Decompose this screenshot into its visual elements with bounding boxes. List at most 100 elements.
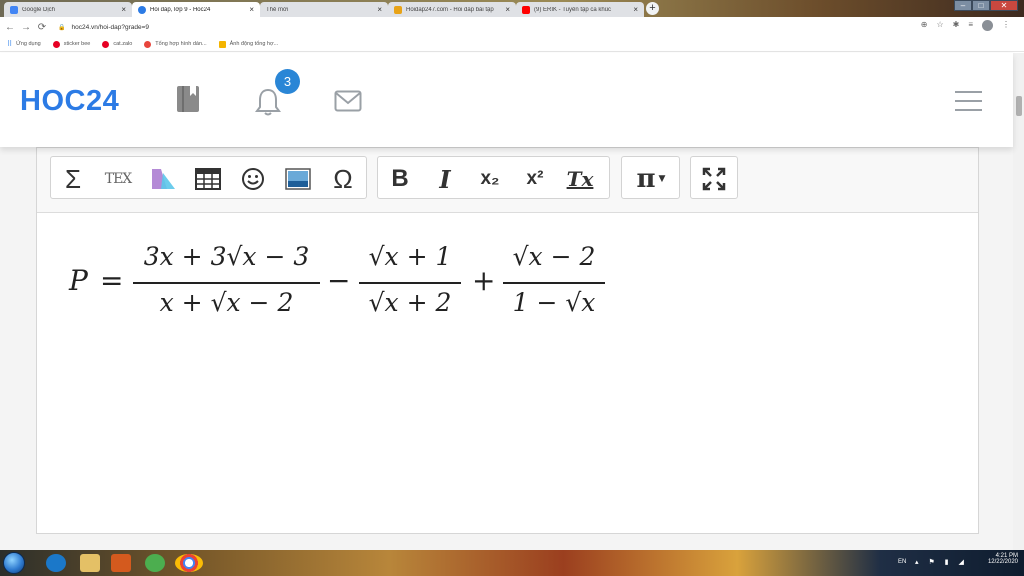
bookmark-site-icon <box>144 40 152 48</box>
mail-icon[interactable] <box>334 90 362 112</box>
close-tab-icon[interactable]: × <box>249 5 254 14</box>
hamburger-menu-icon[interactable] <box>955 91 982 118</box>
language-indicator[interactable]: EN <box>898 559 906 565</box>
media-icon[interactable]: ≡ <box>968 20 973 31</box>
close-window-icon[interactable]: ✕ <box>990 0 1018 11</box>
bell-icon[interactable] <box>254 87 282 117</box>
app-icon[interactable] <box>145 554 165 572</box>
browser-tab-youtube[interactable]: (9) ERIK - Tuyển tập ca khúc × <box>516 2 644 17</box>
pi-dropdown-button[interactable]: π ▼ <box>628 164 674 194</box>
editor-content-area[interactable]: P = 3x + 3√x − 3 x + √x − 2 − √x + 1 √x … <box>37 214 978 533</box>
fraction-3: √x − 2 1 − √x <box>503 242 605 322</box>
close-tab-icon[interactable]: × <box>505 5 510 14</box>
url-field[interactable]: 🔒 hoc24.vn/hoi-dap?grade=9 <box>58 24 149 31</box>
formula-lhs: P <box>69 264 88 297</box>
fraction-3-numerator: √x − 2 <box>512 242 596 271</box>
subscript-button[interactable]: x₂ <box>474 165 506 193</box>
superscript-button[interactable]: x² <box>519 165 551 193</box>
browser-tab-google-translate[interactable]: Google Dịch × <box>4 2 132 17</box>
bookmark-site-icon <box>218 40 226 48</box>
fraction-3-bar <box>503 282 605 284</box>
pinterest-icon <box>102 40 110 48</box>
italic-button[interactable]: I <box>429 165 461 194</box>
url-text: hoc24.vn/hoi-dap?grade=9 <box>71 23 150 31</box>
bookmark-label: Ảnh động tổng hợ... <box>229 41 279 47</box>
close-tab-icon[interactable]: × <box>377 5 382 14</box>
pinterest-icon <box>52 40 60 48</box>
fraction-1-denominator: x + √x − 2 <box>159 288 294 317</box>
bookmark-book-icon[interactable] <box>176 85 200 113</box>
page-scrollbar[interactable] <box>1013 53 1024 550</box>
tex-button[interactable]: TEX <box>102 165 134 193</box>
bookmark-label: Tổng hợp hình dán... <box>155 41 207 47</box>
plus-sign: + <box>472 264 496 297</box>
minimize-window-icon[interactable]: – <box>954 0 972 11</box>
editor-toolbar: Σ TEX Ω B I x₂ x² Tx π ▼ <box>37 148 978 213</box>
profile-avatar[interactable] <box>982 20 993 31</box>
toolbar-group-math: π ▼ <box>621 156 680 199</box>
google-translate-icon <box>10 5 18 14</box>
tab-label: Google Dịch <box>22 6 56 13</box>
hoidap247-favicon-icon <box>394 5 402 14</box>
windows-taskbar: EN ▴ ⚑ ▮ ◢ 4:21 PM 12/22/2020 <box>0 550 1024 576</box>
site-logo[interactable]: HOC24 <box>20 85 119 118</box>
clock-date: 12/22/2020 <box>987 559 1018 565</box>
clear-format-button[interactable]: Tx <box>564 165 596 193</box>
bookmark-label: sticker bee <box>63 41 91 47</box>
bookmark-sticker-collection[interactable]: Tổng hợp hình dán... <box>144 40 207 48</box>
tab-label: (9) ERIK - Tuyển tập ca khúc <box>534 6 612 13</box>
new-tab-button[interactable]: + <box>646 2 659 15</box>
browser-menu-icon[interactable]: ⋮ <box>1002 20 1010 31</box>
maximize-window-icon[interactable]: □ <box>972 0 990 11</box>
browser-tab-hoidap247[interactable]: Hoidap247.com - Hỏi đáp bài tập × <box>388 2 516 17</box>
bookmark-sticker-bee[interactable]: sticker bee <box>52 40 91 48</box>
table-icon[interactable] <box>192 165 224 193</box>
back-arrow-icon[interactable]: ← <box>4 22 16 33</box>
fraction-3-denominator: 1 − √x <box>512 288 596 317</box>
omega-icon[interactable]: Ω <box>327 164 359 194</box>
equals-sign: = <box>100 264 124 297</box>
apps-grid-icon: ⠿ <box>7 41 13 48</box>
reload-icon[interactable]: ⟳ <box>36 22 48 33</box>
toolbar-group-format: B I x₂ x² Tx <box>377 156 610 199</box>
forward-arrow-icon[interactable]: → <box>20 22 32 33</box>
chrome-icon[interactable] <box>175 554 203 572</box>
fraction-2: √x + 1 √x + 2 <box>359 242 461 322</box>
close-tab-icon[interactable]: × <box>633 5 638 14</box>
file-explorer-icon[interactable] <box>80 554 100 572</box>
fullscreen-icon[interactable] <box>698 165 730 193</box>
browser-tab-hoc24[interactable]: Hỏi đáp, lớp 9 - Hoc24 × <box>132 2 260 17</box>
bookmark-star-icon[interactable]: ☆ <box>936 20 943 31</box>
toolbar-group-insert: Σ TEX Ω <box>50 156 367 199</box>
zoom-icon[interactable]: ⊕ <box>921 20 928 31</box>
start-button[interactable] <box>3 552 25 574</box>
fraction-1-bar <box>133 282 320 284</box>
bold-button[interactable]: B <box>384 165 416 193</box>
bookmark-animated-images[interactable]: Ảnh động tổng hợ... <box>218 40 279 48</box>
bookmark-cat-zalo[interactable]: cat.zalo <box>102 40 133 48</box>
image-icon[interactable] <box>282 165 314 193</box>
address-bar: ← → ⟳ 🔒 hoc24.vn/hoi-dap?grade=9 ⊕ ☆ ✱ ≡ … <box>0 17 1024 37</box>
emoji-icon[interactable] <box>237 165 269 193</box>
youtube-favicon-icon <box>522 5 530 14</box>
fraction-1-numerator: 3x + 3√x − 3 <box>143 242 310 271</box>
shapes-icon[interactable] <box>147 165 179 193</box>
notification-badge: 3 <box>275 69 300 94</box>
lock-icon: 🔒 <box>58 24 66 31</box>
clock[interactable]: 4:21 PM 12/22/2020 <box>988 553 1018 565</box>
internet-explorer-icon[interactable] <box>46 554 66 572</box>
fraction-2-denominator: √x + 2 <box>368 288 452 317</box>
rich-text-editor: Σ TEX Ω B I x₂ x² Tx π ▼ P = 3x + 3√x − … <box>36 147 979 534</box>
sigma-icon[interactable]: Σ <box>57 164 89 194</box>
fraction-1: 3x + 3√x − 3 x + √x − 2 <box>133 242 320 322</box>
extensions-icon[interactable]: ✱ <box>953 20 960 31</box>
bookmark-label: cat.zalo <box>113 41 133 47</box>
bookmark-apps[interactable]: ⠿ Ứng dụng <box>7 40 41 48</box>
scrollbar-thumb[interactable] <box>1016 96 1022 116</box>
fraction-2-bar <box>359 282 461 284</box>
media-player-icon[interactable] <box>111 554 131 572</box>
system-tray-icons[interactable]: ▴ ⚑ ▮ ◢ <box>915 558 968 566</box>
browser-tab-new[interactable]: Thẻ mới × <box>260 2 388 17</box>
close-tab-icon[interactable]: × <box>121 5 126 14</box>
pi-symbol: π <box>636 164 656 194</box>
